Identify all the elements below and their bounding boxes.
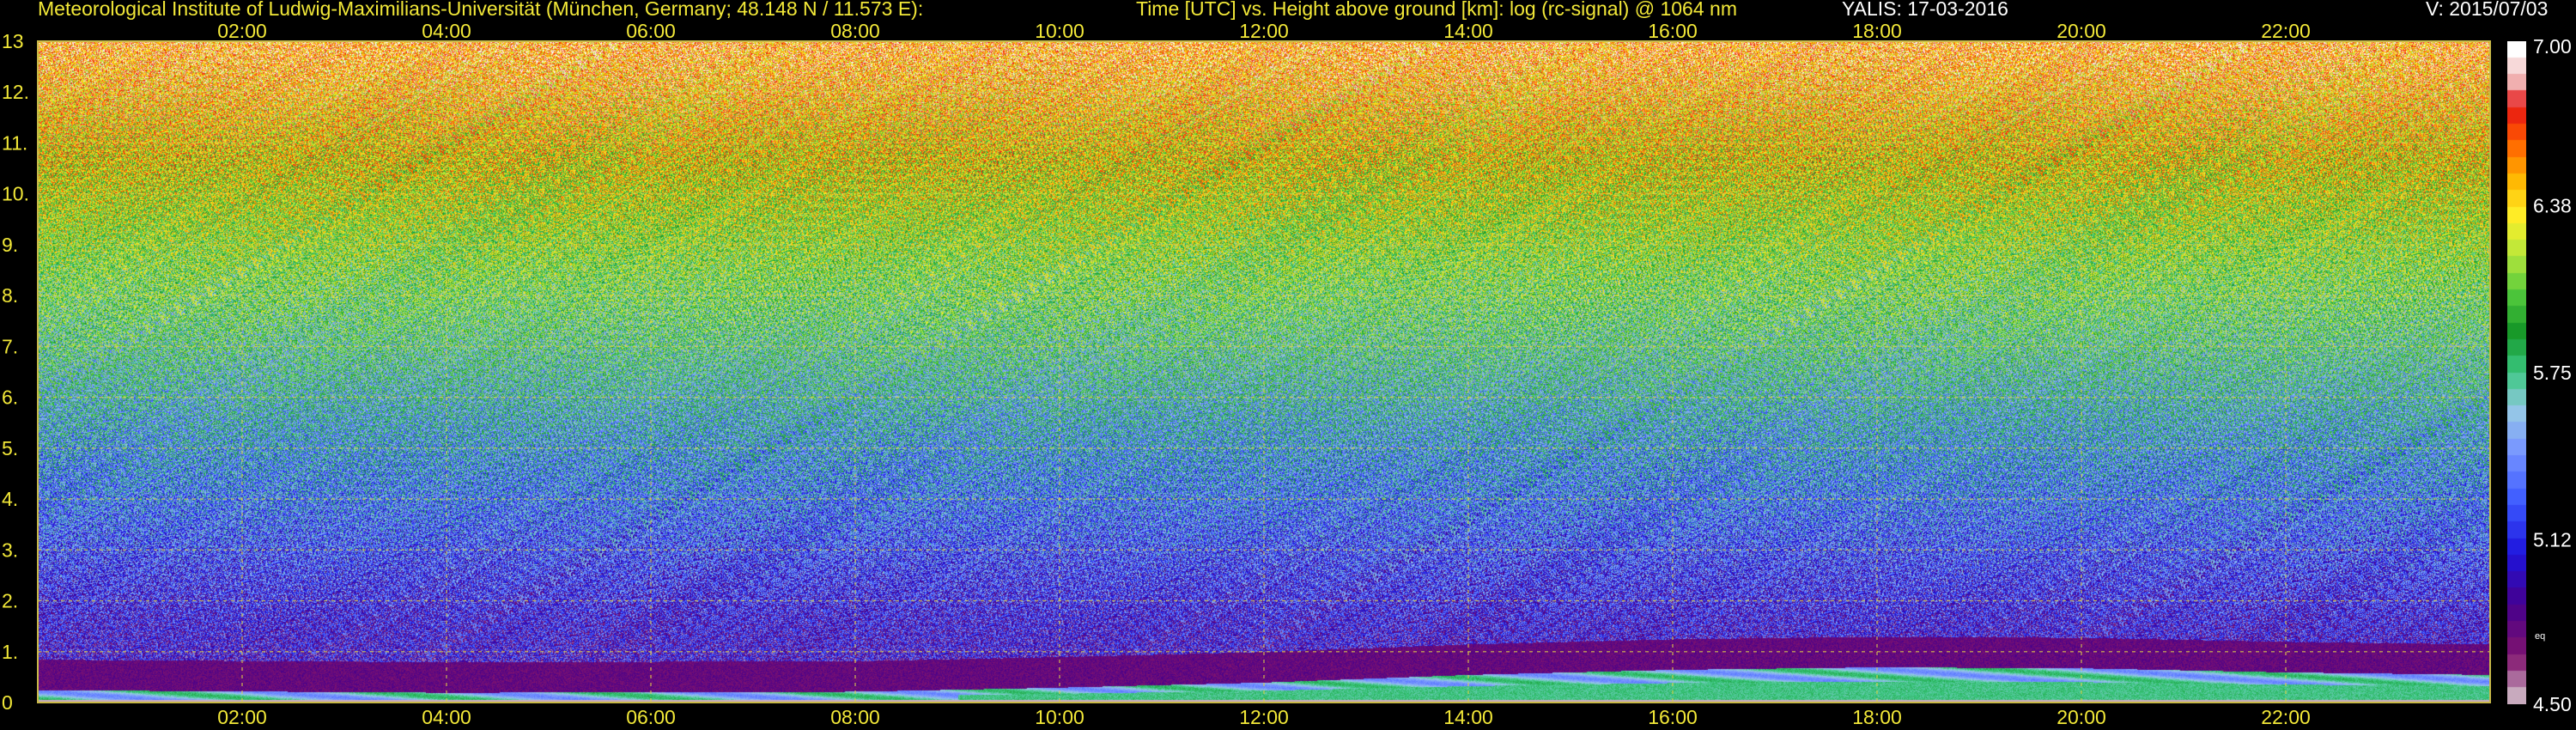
colorbar-tick-label: 4.50 [2533, 693, 2572, 715]
x-tick-label-top: 16:00 [1648, 20, 1698, 42]
x-tick-label-bottom: 18:00 [1852, 706, 1902, 728]
x-tick-label-bottom: 20:00 [2057, 706, 2106, 728]
y-tick-label: 13 [2, 30, 24, 52]
x-tick-label-top: 22:00 [2261, 20, 2311, 42]
x-tick-label-bottom: 12:00 [1239, 706, 1289, 728]
y-tick-label: 3. [2, 538, 18, 561]
y-tick-label: 9. [2, 234, 18, 256]
lidar-quicklook: Meteorological Institute of Ludwig-Maxim… [0, 0, 2576, 730]
x-tick-label-bottom: 16:00 [1648, 706, 1698, 728]
x-tick-label-top: 18:00 [1852, 20, 1902, 42]
x-tick-label-top: 10:00 [1035, 20, 1084, 42]
y-tick-label: 11. [2, 131, 27, 154]
x-tick-label-bottom: 02:00 [217, 706, 267, 728]
x-tick-label-bottom: 14:00 [1443, 706, 1493, 728]
y-tick-label: 0 [2, 691, 13, 714]
y-tick-label: 2. [2, 590, 18, 612]
x-tick-label-top: 04:00 [422, 20, 471, 42]
y-tick-label: 8. [2, 284, 18, 307]
y-tick-label: 4. [2, 488, 18, 510]
y-tick-label: 7. [2, 335, 18, 357]
x-tick-label-top: 06:00 [626, 20, 676, 42]
y-tick-label: 12. [2, 81, 29, 103]
colorbar-small-label: eq [2535, 631, 2545, 642]
x-tick-label-bottom: 04:00 [422, 706, 471, 728]
x-tick-label-bottom: 06:00 [626, 706, 676, 728]
colorbar-tick-label: 6.38 [2533, 194, 2572, 216]
x-tick-label-top: 20:00 [2057, 20, 2106, 42]
plot-frame [37, 40, 2491, 703]
x-tick-label-top: 02:00 [217, 20, 267, 42]
y-tick-label: 1. [2, 641, 18, 663]
x-tick-label-top: 14:00 [1443, 20, 1493, 42]
x-tick-label-bottom: 10:00 [1035, 706, 1084, 728]
y-tick-label: 6. [2, 386, 18, 409]
y-tick-label: 5. [2, 437, 18, 459]
colorbar-tick-label: 7.00 [2533, 35, 2572, 58]
x-tick-label-bottom: 22:00 [2261, 706, 2311, 728]
colorbar-tick-label: 5.75 [2533, 362, 2572, 384]
x-tick-label-top: 12:00 [1239, 20, 1289, 42]
x-tick-label-top: 08:00 [830, 20, 880, 42]
chart-axes-overlay: 0 1. 2. 3. 4. 5. 6. 7. 8. 9. 10. 11. 12. 13 02:00 02:00… [2, 20, 2572, 728]
colorbar-tick-label: 5.12 [2533, 529, 2572, 551]
x-tick-label-bottom: 08:00 [830, 706, 880, 728]
y-tick-label: 10. [2, 183, 29, 205]
